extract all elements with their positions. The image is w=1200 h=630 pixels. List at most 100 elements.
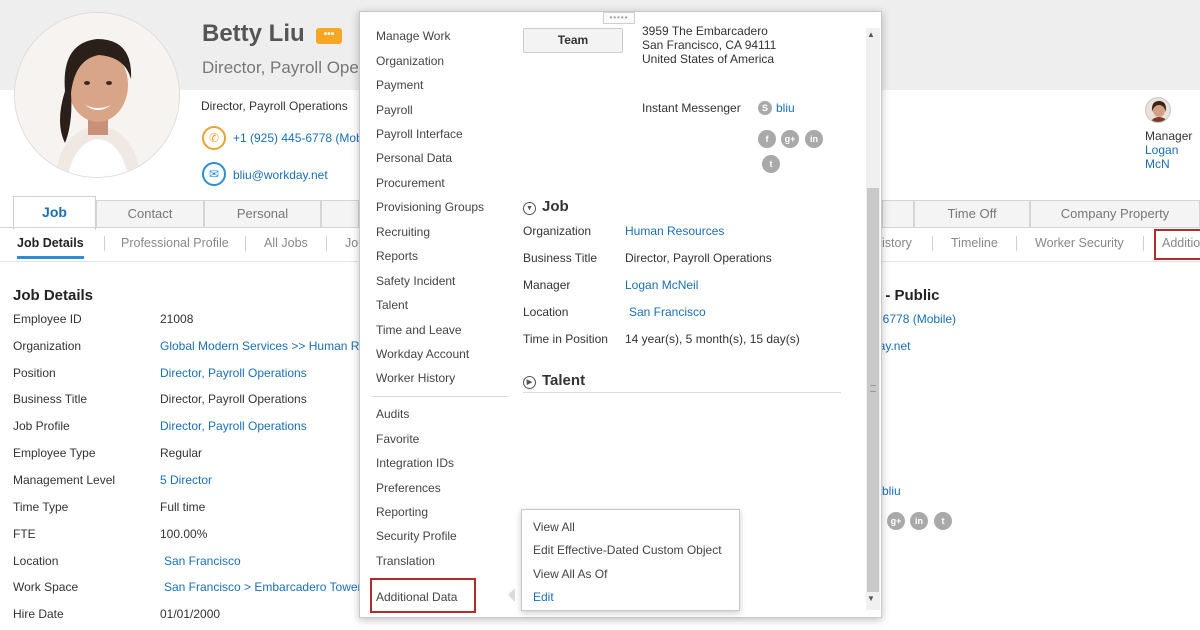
worker-avatar[interactable]	[14, 12, 180, 178]
worker-name: Betty Liu	[202, 20, 305, 47]
public-im-link[interactable]: bliu	[882, 484, 901, 498]
menu-item-recruiting[interactable]: Recruiting	[376, 225, 430, 239]
jd-value-link[interactable]: Global Modern Services >> Human Re	[160, 339, 366, 353]
subtab-worker-security[interactable]: Worker Security	[1035, 236, 1124, 250]
subtab-separator	[1143, 236, 1144, 251]
submenu-edit-custom-object[interactable]: Edit Effective-Dated Custom Object	[533, 543, 722, 557]
menu-item-organization[interactable]: Organization	[376, 54, 444, 68]
menu-item-worker-history[interactable]: Worker History	[376, 371, 455, 385]
jd-label: Business Title	[13, 392, 88, 406]
menu-item-integration-ids[interactable]: Integration IDs	[376, 456, 454, 470]
tab-contact[interactable]: Contact	[96, 200, 204, 228]
popup-drag-handle[interactable]: •••••	[603, 12, 635, 24]
talent-section-title: Talent	[542, 372, 586, 389]
expand-icon: ▶	[523, 376, 536, 389]
subtab-separator	[326, 236, 327, 251]
menu-item-payroll-interface[interactable]: Payroll Interface	[376, 127, 463, 141]
jd-value: 21008	[160, 312, 194, 326]
menu-item-payroll[interactable]: Payroll	[376, 103, 413, 117]
talent-section-header[interactable]: ▶ Talent	[523, 372, 585, 389]
jd-label: Work Space	[13, 580, 79, 594]
subtab-history[interactable]: istory	[882, 236, 912, 250]
address-line: United States of America	[642, 52, 775, 66]
menu-item-personal-data[interactable]: Personal Data	[376, 151, 452, 165]
jd-value-link[interactable]: San Francisco > Embarcadero Tower	[164, 580, 362, 594]
manager-name-link[interactable]: Logan McN	[1145, 143, 1200, 171]
facebook-icon[interactable]: f	[758, 130, 776, 148]
jd-value-link[interactable]: Director, Payroll Operations	[160, 366, 307, 380]
scroll-up-icon[interactable]: ▲	[867, 30, 875, 39]
googleplus-icon[interactable]: g+	[781, 130, 799, 148]
subtab-separator	[104, 236, 105, 251]
tab-job[interactable]: Job	[13, 196, 96, 230]
menu-item-provisioning-groups[interactable]: Provisioning Groups	[376, 200, 484, 214]
menu-item-talent[interactable]: Talent	[376, 298, 408, 312]
worker-title: Director, Payroll Ope	[202, 58, 359, 77]
jd-value-link[interactable]: San Francisco	[164, 554, 241, 568]
jd-value-link[interactable]: Director, Payroll Operations	[160, 419, 307, 433]
im-value-link[interactable]: bliu	[776, 101, 795, 115]
jd-label: Hire Date	[13, 607, 64, 621]
job-label: Organization	[523, 224, 592, 238]
tab-time-off[interactable]: Time Off	[914, 200, 1030, 228]
tab-company-property[interactable]: Company Property	[1030, 200, 1200, 228]
menu-item-translation[interactable]: Translation	[376, 554, 435, 568]
jd-value: Director, Payroll Operations	[160, 392, 307, 406]
tab-personal[interactable]: Personal	[204, 200, 321, 228]
worker-phone[interactable]: +1 (925) 445-6778 (Mob	[233, 131, 363, 145]
tab-partial[interactable]	[321, 200, 359, 228]
jd-label: Job Profile	[13, 419, 70, 433]
menu-item-payment[interactable]: Payment	[376, 78, 423, 92]
menu-item-safety-incident[interactable]: Safety Incident	[376, 274, 455, 288]
job-value-link[interactable]: San Francisco	[629, 305, 706, 319]
menu-item-time-and-leave[interactable]: Time and Leave	[376, 323, 462, 337]
worker-email[interactable]: bliu@workday.net	[233, 168, 328, 182]
job-label: Manager	[523, 278, 571, 292]
jd-value: Full time	[160, 500, 206, 514]
jd-value-link[interactable]: 5 Director	[160, 473, 212, 487]
twitter-icon[interactable]: t	[934, 512, 952, 530]
googleplus-icon[interactable]: g+	[887, 512, 905, 530]
subtab-professional-profile[interactable]: Professional Profile	[121, 236, 229, 250]
linkedin-icon[interactable]: in	[910, 512, 928, 530]
linkedin-icon[interactable]: in	[805, 130, 823, 148]
scrollbar-grip	[870, 385, 876, 392]
menu-divider	[371, 396, 509, 397]
jd-value: 100.00%	[160, 527, 208, 541]
submenu-caret	[508, 588, 515, 602]
twitter-icon[interactable]: t	[762, 155, 780, 173]
manager-avatar[interactable]	[1145, 97, 1171, 123]
menu-item-reports[interactable]: Reports	[376, 249, 418, 263]
menu-item-reporting[interactable]: Reporting	[376, 505, 428, 519]
submenu-view-all-as-of[interactable]: View All As Of	[533, 567, 607, 581]
menu-item-favorite[interactable]: Favorite	[376, 432, 419, 446]
menu-item-manage-work[interactable]: Manage Work	[376, 29, 450, 43]
submenu-edit[interactable]: Edit	[533, 590, 554, 604]
menu-item-audits[interactable]: Audits	[376, 407, 409, 421]
subtab-partial[interactable]: Jo	[345, 236, 358, 250]
related-actions-button[interactable]: •••	[316, 28, 342, 44]
menu-item-workday-account[interactable]: Workday Account	[376, 347, 469, 361]
tab-partial-right[interactable]	[882, 200, 914, 228]
additional-data-highlight	[370, 578, 476, 613]
worker-position: Director, Payroll Operations	[201, 99, 348, 113]
job-section-header[interactable]: ▼ Job	[523, 198, 569, 215]
job-value: Director, Payroll Operations	[625, 251, 772, 265]
subtab-separator	[932, 236, 933, 251]
team-button[interactable]: Team	[523, 28, 623, 53]
submenu-view-all[interactable]: View All	[533, 520, 575, 534]
menu-item-preferences[interactable]: Preferences	[376, 481, 441, 495]
collapse-icon: ▼	[523, 202, 536, 215]
subtab-timeline[interactable]: Timeline	[951, 236, 998, 250]
public-phone-link[interactable]: 5-6778 (Mobile)	[872, 312, 956, 326]
subtab-job-details[interactable]: Job Details	[17, 236, 84, 250]
jd-value: Regular	[160, 446, 203, 460]
job-value-link[interactable]: Logan McNeil	[625, 278, 698, 292]
subtab-separator	[1016, 236, 1017, 251]
job-value-link[interactable]: Human Resources	[625, 224, 724, 238]
subtab-all-jobs[interactable]: All Jobs	[264, 236, 308, 250]
scroll-down-icon[interactable]: ▼	[867, 594, 875, 603]
menu-item-security-profile[interactable]: Security Profile	[376, 529, 457, 543]
related-actions-icon: •••	[323, 29, 335, 40]
menu-item-procurement[interactable]: Procurement	[376, 176, 445, 190]
